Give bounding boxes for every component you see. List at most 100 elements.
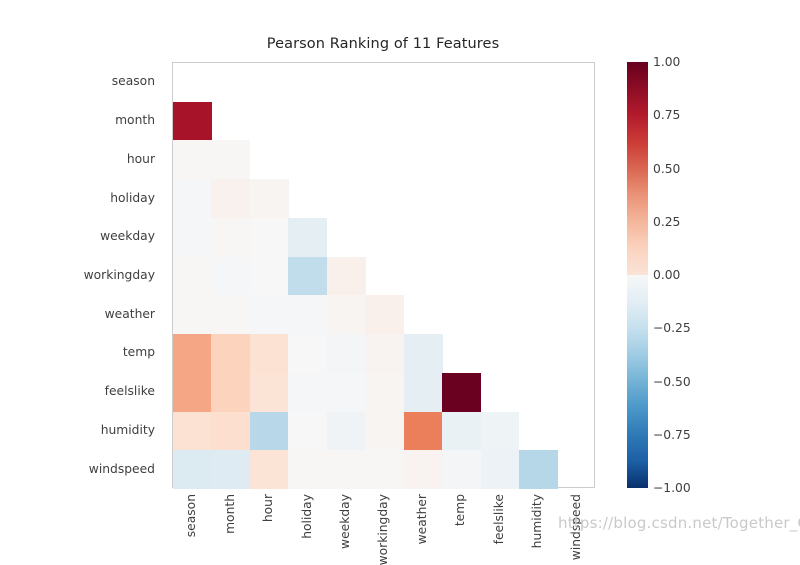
heatmap-cell	[249, 372, 289, 412]
heatmap-cell	[173, 179, 212, 219]
x-axis-tick-label-feelslike: feelslike	[480, 494, 518, 550]
heatmap-cell	[326, 450, 366, 490]
heatmap-cell	[519, 450, 558, 490]
heatmap-cell	[173, 411, 212, 451]
heatmap-cell	[249, 450, 289, 490]
y-axis-tick-label-workingday: workingday	[83, 268, 155, 282]
x-axis-tick-label-workingday: workingday	[364, 494, 402, 565]
page-title: Pearson Ranking of 11 Features	[266, 36, 500, 52]
colorbar-tick-label: −0.75	[653, 427, 691, 442]
x-axis-tick-label-weekday: weekday	[326, 494, 364, 550]
heatmap-cell	[326, 411, 366, 451]
watermark-text: https://blog.csdn.net/Together_CZ	[558, 514, 800, 532]
heatmap-cell	[326, 256, 366, 296]
heatmap-cell	[173, 295, 212, 335]
y-axis-tick-label-season: season	[111, 74, 155, 89]
heatmap-cell	[173, 217, 212, 258]
heatmap-cell	[249, 411, 289, 451]
colorbar-tick-label: −0.25	[653, 321, 691, 336]
heatmap-cell	[288, 411, 328, 451]
heatmap-cell	[326, 372, 366, 412]
y-axis-tick-label-temp: temp	[122, 345, 155, 360]
colorbar-tick-label: 0.00	[653, 268, 681, 282]
x-axis-tick-text: temp	[453, 494, 468, 527]
heatmap-cell	[403, 450, 443, 490]
x-axis-tick-text: feelslike	[491, 494, 506, 545]
heatmap-cell	[211, 217, 251, 258]
heatmap-cell	[365, 295, 405, 335]
y-axis-tick-labels: season month hour holiday weekday workingday w…	[0, 62, 164, 488]
heatmap-cell	[365, 450, 405, 490]
heatmap-cell	[249, 256, 289, 296]
heatmap-cell	[249, 334, 289, 374]
y-axis-tick-label-weather: weather	[104, 306, 155, 321]
heatmap-cell	[365, 334, 405, 374]
heatmap-cell	[211, 450, 251, 490]
x-axis-tick-label-hour: hour	[249, 494, 287, 550]
heatmap-cell	[326, 295, 366, 335]
x-axis-tick-label-temp: temp	[441, 494, 479, 550]
heatmap-cell	[211, 372, 251, 412]
heatmap-cell	[211, 334, 251, 374]
heatmap-cell	[288, 334, 328, 374]
x-axis-tick-text: month	[222, 494, 237, 534]
heatmap-cell	[249, 179, 289, 219]
x-axis-tick-label-season: season	[172, 494, 210, 550]
heatmap-cell	[173, 256, 212, 296]
heatmap-cell	[288, 450, 328, 490]
x-axis-tick-text: weekday	[338, 494, 353, 549]
x-axis-tick-label-humidity: humidity	[518, 494, 556, 550]
heatmap-cell	[173, 334, 212, 374]
heatmap-cell	[403, 372, 443, 412]
heatmap-cell	[249, 217, 289, 258]
heatmap-cell	[365, 411, 405, 451]
colorbar-gradient	[627, 62, 648, 488]
heatmap-cell	[403, 411, 443, 451]
x-axis-tick-label-holiday: holiday	[287, 494, 325, 550]
heatmap-cell	[403, 334, 443, 374]
heatmap-cell	[173, 372, 212, 412]
colorbar-tick-label: −0.50	[653, 374, 691, 389]
colorbar-tick-label: 0.75	[653, 108, 681, 123]
colorbar-tick-label: 0.25	[653, 214, 681, 229]
y-axis-tick-label-hour: hour	[126, 151, 155, 166]
heatmap-cell	[326, 334, 366, 374]
heatmap-cell	[211, 295, 251, 335]
y-axis-tick-label-weekday: weekday	[100, 229, 155, 244]
heatmap-plot-area	[172, 62, 595, 490]
heatmap-cell	[480, 450, 520, 490]
heatmap-cell	[211, 411, 251, 451]
heatmap-cell	[288, 295, 328, 335]
x-axis-tick-text: hour	[261, 494, 276, 523]
y-axis-tick-label-holiday: holiday	[110, 190, 155, 205]
heatmap-cell	[173, 101, 212, 141]
colorbar-tick-label: 0.50	[653, 161, 681, 176]
colorbar-tick-label: −1.00	[653, 481, 691, 495]
heatmap-cell	[211, 256, 251, 296]
heatmap-cell	[173, 450, 212, 490]
heatmap-cell	[211, 140, 251, 180]
heatmap-cell-grid	[173, 63, 594, 490]
x-axis-tick-text: humidity	[530, 494, 545, 549]
heatmap-cell	[480, 411, 520, 451]
y-axis-tick-label-feelslike: feelslike	[104, 384, 155, 399]
heatmap-cell	[288, 256, 328, 296]
y-axis-tick-label-windspeed: windspeed	[88, 461, 155, 476]
heatmap-cell	[288, 217, 328, 258]
x-axis-tick-text: weather	[414, 494, 429, 545]
x-axis-tick-labels: season month hour holiday weekday workingday w…	[172, 494, 595, 565]
heatmap-cell	[173, 140, 212, 180]
pearson-correlation-heatmap-figure: Pearson Ranking of 11 Features season mon…	[0, 0, 800, 565]
heatmap-cell	[442, 450, 482, 490]
y-axis-tick-label-humidity: humidity	[100, 422, 155, 437]
heatmap-cell	[365, 372, 405, 412]
heatmap-cell	[442, 372, 482, 412]
y-axis-tick-label-month: month	[115, 113, 155, 128]
x-axis-tick-text: season	[184, 494, 199, 538]
x-axis-tick-text: holiday	[299, 494, 314, 539]
colorbar-tick-label: 1.00	[653, 55, 681, 69]
colorbar-tick-labels: 1.00 0.75 0.50 0.25 0.00 −0.25 −0.50 −0.75 −1.00	[653, 55, 713, 495]
heatmap-cell	[442, 411, 482, 451]
x-axis-tick-label-weather: weather	[403, 494, 441, 550]
x-axis-tick-label-month: month	[210, 494, 248, 550]
